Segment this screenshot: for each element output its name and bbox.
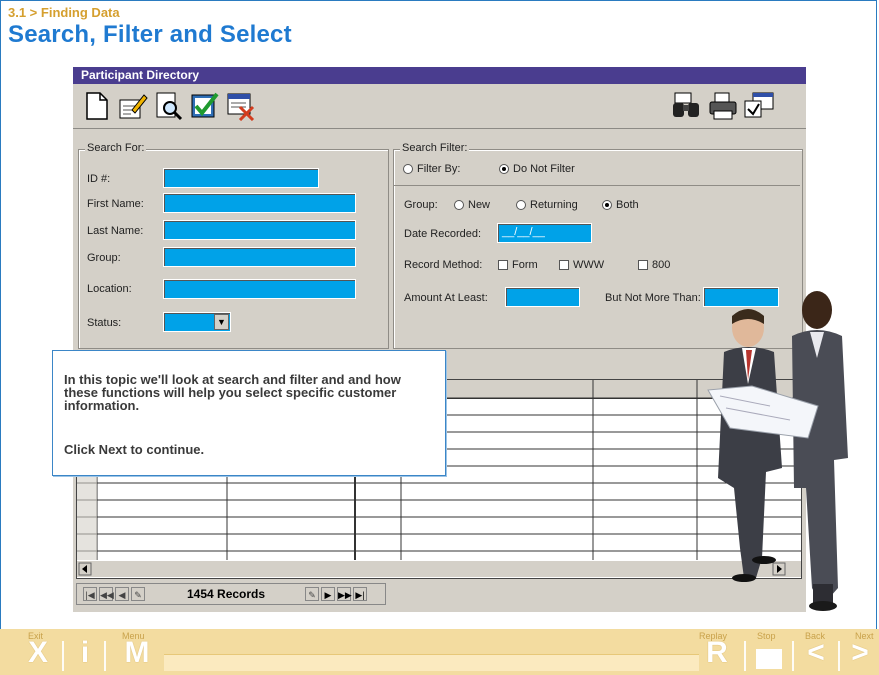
group-new-option[interactable]: New [454,199,490,211]
group-both-option[interactable]: Both [602,199,639,211]
participant-directory-window: Participant Directory Search For: ID #: … [73,67,806,612]
info-button[interactable]: i [74,636,96,670]
popup-next-text: Click Next to continue. [64,442,205,457]
record-method-label: Record Method: [404,259,483,271]
amount-least-field[interactable] [505,287,580,307]
status-select[interactable]: ▼ [163,312,231,332]
date-recorded-label: Date Recorded: [404,228,482,240]
filter-by-label: Filter By: [417,163,461,175]
replay-button[interactable]: R [702,636,732,670]
business-people-image [707,291,848,611]
method-form-checkbox[interactable] [498,260,508,271]
popup-text: In this topic we'll look at search and f… [64,372,401,413]
separator [838,641,840,671]
do-not-filter-label: Do Not Filter [513,163,575,175]
search-filter-legend: Search Filter: [400,142,470,154]
prev-record-icon[interactable]: ◀ [115,587,129,601]
group-new-label: New [468,199,491,211]
group-field[interactable] [163,247,356,267]
separator [744,641,746,671]
chevron-down-icon[interactable]: ▼ [214,314,229,330]
toolbar [73,84,806,129]
record-navigator: |◀ ◀◀ ◀ ✎ 1454 Records ✎ ▶ ▶▶ ▶| [76,583,386,605]
filter-divider [394,185,800,186]
do-not-filter-radio[interactable] [499,164,509,175]
method-www-checkbox[interactable] [559,260,569,271]
separator [104,641,106,671]
first-name-field[interactable] [163,193,356,213]
group-returning-option[interactable]: Returning [516,199,578,211]
last-record-icon[interactable]: ▶| [353,587,367,601]
properties-icon[interactable] [743,90,775,122]
last-name-field[interactable] [163,220,356,240]
stop-button[interactable] [756,649,782,669]
do-not-filter-option[interactable]: Do Not Filter [499,163,575,175]
filter-group-label: Group: [404,199,438,211]
next-record-icon[interactable]: ▶ [321,587,335,601]
new-row-icon[interactable]: ✎ [305,587,319,601]
method-form-label: Form [512,259,538,271]
window-title: Participant Directory [73,67,806,84]
breadcrumb: 3.1 > Finding Data [8,5,120,20]
search-form-area: Search For: ID #: First Name: Last Name:… [73,129,806,351]
course-navigation-bar: Exit X i Menu M Replay R Stop Back < Nex… [0,629,879,675]
filter-by-option[interactable]: Filter By: [403,163,460,175]
method-800-label: 800 [652,259,671,271]
record-count: 1454 Records [187,587,266,601]
date-recorded-field[interactable]: __/__/__ [497,223,592,243]
method-800-option[interactable]: 800 [638,259,670,271]
next-button[interactable]: > [846,636,874,670]
group-new-radio[interactable] [454,200,464,211]
preview-search-icon[interactable] [153,90,185,122]
group-both-radio[interactable] [602,200,612,211]
menu-button[interactable]: M [118,636,156,670]
location-field[interactable] [163,279,356,299]
edit-icon[interactable] [117,90,149,122]
stop-caption: Stop [757,631,776,641]
group-label: Group: [87,252,121,264]
amount-most-label: But Not More Than: [605,292,701,304]
exit-button[interactable]: X [24,636,52,670]
prev-page-icon[interactable]: ◀◀ [99,587,114,601]
location-label: Location: [87,283,132,295]
last-name-label: Last Name: [87,225,144,237]
binoculars-find-icon[interactable] [671,90,703,122]
separator [62,641,64,671]
delete-record-icon[interactable] [225,90,257,122]
method-800-checkbox[interactable] [638,260,648,271]
first-name-label: First Name: [87,198,144,210]
first-record-icon[interactable]: |◀ [83,587,97,601]
progress-track [164,654,699,671]
back-button[interactable]: < [802,636,830,670]
search-for-legend: Search For: [85,142,147,154]
instruction-popup: In this topic we'll look at search and f… [52,350,446,476]
next-page-icon[interactable]: ▶▶ [337,587,352,601]
group-both-label: Both [616,199,639,211]
method-www-label: WWW [573,259,605,271]
group-returning-label: Returning [530,199,578,211]
status-label: Status: [87,317,122,329]
method-form-option[interactable]: Form [498,259,538,271]
printer-icon[interactable] [707,90,739,122]
filter-by-radio[interactable] [403,164,413,175]
approve-icon[interactable] [189,90,221,122]
page-title: Search, Filter and Select [8,21,292,48]
id-field[interactable] [163,168,319,188]
separator [792,641,794,671]
id-label: ID #: [87,173,111,185]
amount-least-label: Amount At Least: [404,292,488,304]
group-returning-radio[interactable] [516,200,526,211]
new-record-icon[interactable]: ✎ [131,587,145,601]
new-document-icon[interactable] [81,90,113,122]
method-www-option[interactable]: WWW [559,259,604,271]
